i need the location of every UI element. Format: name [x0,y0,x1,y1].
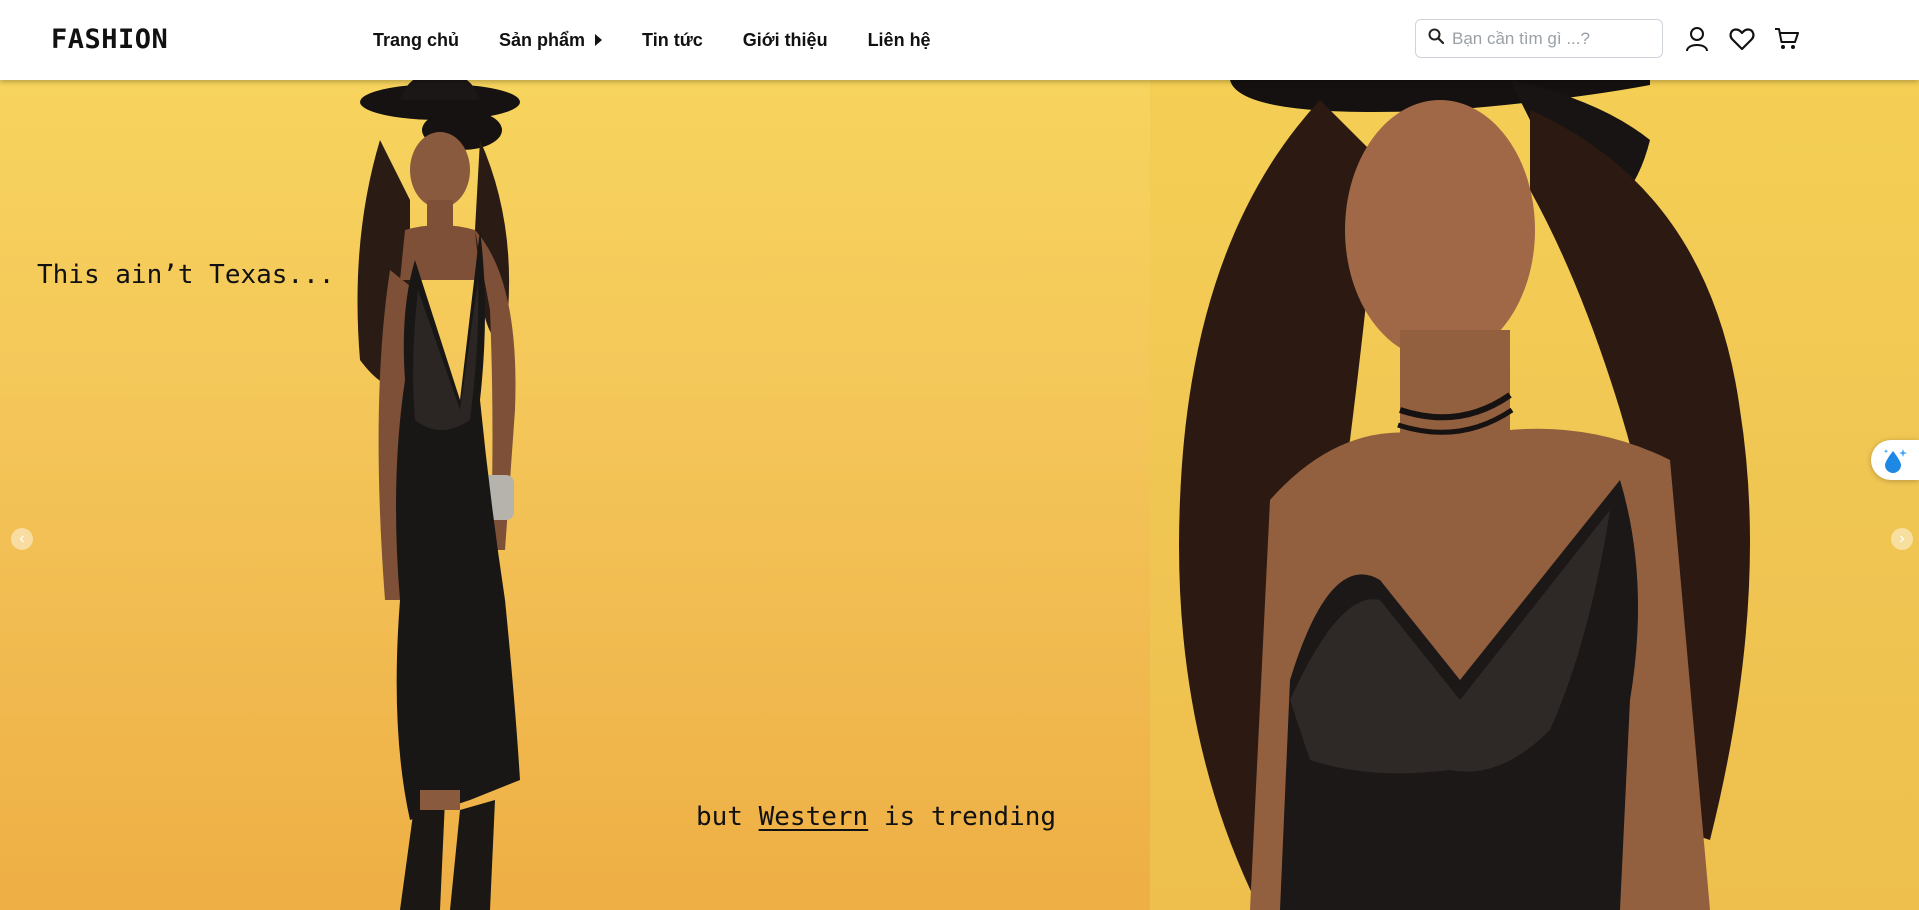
nav-item-label: Liên hệ [867,29,931,50]
heart-icon[interactable] [1727,24,1757,54]
nav-item-contact[interactable]: Liên hệ [868,30,931,51]
cart-icon[interactable] [1772,24,1802,54]
banner-caption-bottom: but Western is trending [696,802,1056,832]
search-input[interactable] [1450,27,1654,50]
banner-left-image: This ain’t Texas... but Western is trend… [0,80,1150,910]
banner-right-image [1150,80,1919,910]
sparkle-drop-icon [1883,449,1907,473]
nav-item-label: Tin tức [642,29,703,50]
search-box [1415,19,1663,58]
user-icon[interactable] [1682,24,1712,54]
main-nav: Trang chủ Sản phẩm Tin tức Giới thiệu Li… [373,0,971,80]
nav-item-label: Trang chủ [373,29,460,50]
caption-text: is trending [868,802,1057,832]
model-full-body-illustration [357,80,520,910]
nav-item-label: Giới thiệu [742,29,828,50]
hero-banner: This ain’t Texas... but Western is trend… [0,80,1919,910]
nav-item-products[interactable]: Sản phẩm [499,29,603,51]
floating-widget-button[interactable] [1871,440,1919,480]
model-closeup-illustration [1179,80,1750,910]
nav-item-label: Sản phẩm [499,29,586,50]
carousel-next-button[interactable]: › [1891,528,1913,550]
banner-caption-top: This ain’t Texas... [37,260,335,290]
nav-item-home[interactable]: Trang chủ [373,30,459,51]
caption-link-western[interactable]: Western [759,802,869,832]
caption-text: but [696,802,759,832]
caret-right-icon [595,34,603,46]
brand-logo[interactable]: FASHION [51,22,168,58]
carousel-prev-button[interactable]: ‹ [11,528,33,550]
nav-item-news[interactable]: Tin tức [642,30,703,51]
search-icon [1428,28,1445,49]
site-header: FASHION Trang chủ Sản phẩm Tin tức Giới … [0,0,1919,80]
nav-item-about[interactable]: Giới thiệu [743,30,828,51]
